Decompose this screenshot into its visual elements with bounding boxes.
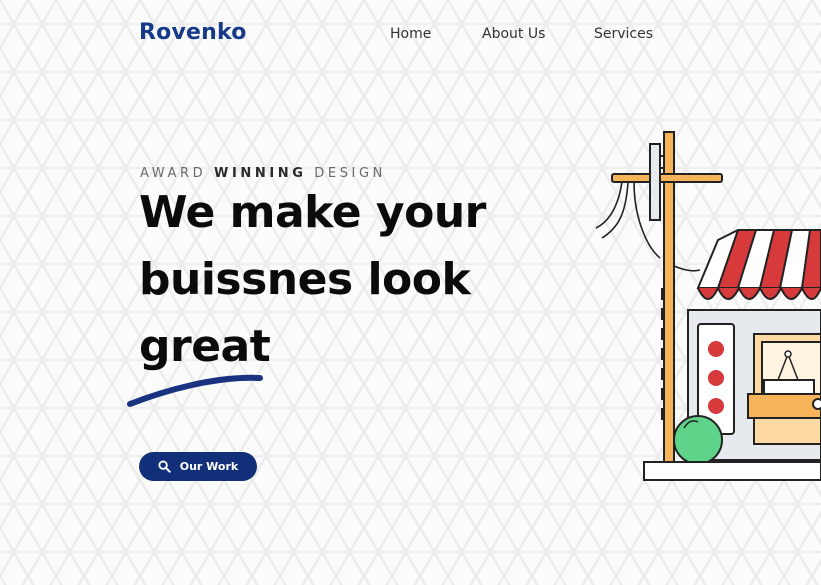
nav-home[interactable]: Home [390,26,431,42]
sidewalk [643,461,821,481]
headline-line-1: We make your [139,187,486,238]
headline-line-3: great [139,321,271,372]
eyebrow-word-design: DESIGN [314,166,386,181]
search-icon [158,460,171,473]
headline-line-2: buissnes look [139,254,471,305]
underline-swoosh [127,374,263,407]
our-work-label: Our Work [179,460,239,473]
eyebrow-word-winning: WINNING [214,166,307,181]
our-work-button[interactable]: Our Work [139,452,257,481]
eyebrow-word-award: AWARD [140,166,207,181]
shop-awning [696,229,821,300]
nav-services[interactable]: Services [594,26,653,42]
bush [673,415,723,465]
hero-eyebrow: AWARD WINNING DESIGN [140,166,386,181]
shop-illustration [595,131,821,481]
brand-logo[interactable]: Rovenko [139,20,247,45]
nav-about-us[interactable]: About Us [482,26,545,42]
